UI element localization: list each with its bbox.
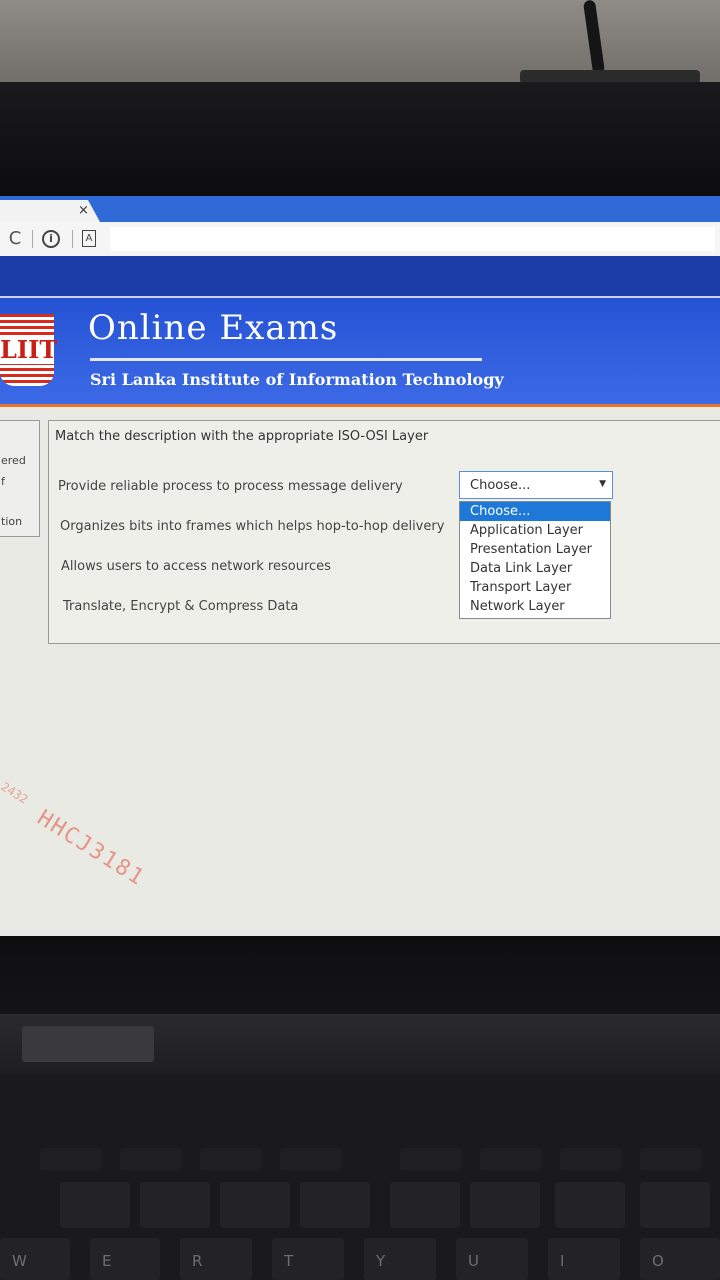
keyboard-key: [60, 1182, 130, 1228]
select-dropdown-list: Choose... Application Layer Presentation…: [459, 501, 611, 619]
function-key: [560, 1148, 622, 1170]
function-key: [640, 1148, 702, 1170]
keyboard-key: [640, 1182, 710, 1228]
tab-close-icon[interactable]: ×: [78, 203, 89, 218]
address-bar[interactable]: [110, 227, 715, 251]
match-item-label: Translate, Encrypt & Compress Data: [63, 599, 299, 614]
keyboard-key-w: W: [0, 1238, 70, 1280]
reload-icon[interactable]: C: [4, 228, 26, 250]
keyboard-key-e: E: [90, 1238, 160, 1280]
keyboard-key-o: O: [640, 1238, 720, 1280]
keyboard-key: [300, 1182, 370, 1228]
title-underline: [90, 358, 482, 361]
dropdown-option[interactable]: Application Layer: [460, 521, 610, 540]
dropdown-arrow-icon: ▼: [599, 479, 606, 489]
keyboard-key: [220, 1182, 290, 1228]
bookmarks-bar: [0, 256, 720, 296]
select-value: Choose...: [470, 478, 531, 493]
browser-toolbar: C i A: [0, 222, 720, 257]
reader-mode-icon[interactable]: A: [82, 230, 96, 247]
logo-text: LIIT: [0, 335, 58, 364]
function-key: [480, 1148, 542, 1170]
match-item-label: Organizes bits into frames which helps h…: [60, 519, 445, 534]
browser-tab[interactable]: ×: [0, 200, 100, 222]
dropdown-option[interactable]: Network Layer: [460, 597, 610, 616]
laptop-screen: × C i A LIIT Online Exams Sri Lanka Inst…: [0, 196, 720, 936]
answer-select[interactable]: Choose... ▼: [459, 471, 613, 499]
function-key: [120, 1148, 182, 1170]
keyboard-key: [390, 1182, 460, 1228]
keyboard-key: [470, 1182, 540, 1228]
dropdown-option[interactable]: Choose...: [460, 502, 610, 521]
function-key: [280, 1148, 342, 1170]
function-key: [40, 1148, 102, 1170]
hinge-block: [22, 1026, 154, 1062]
quiz-navigation-panel: ered f tion: [0, 420, 40, 537]
tab-strip: ×: [0, 196, 720, 222]
keyboard-key-t: T: [272, 1238, 344, 1280]
match-item-label: Provide reliable process to process mess…: [58, 479, 403, 494]
nav-text: tion: [1, 515, 23, 528]
match-item-label: Allows users to access network resources: [61, 559, 331, 574]
toolbar-divider: [72, 230, 73, 248]
watermark-small: 2432: [0, 779, 31, 807]
header-divider: [0, 296, 720, 298]
keyboard-key-i: I: [548, 1238, 620, 1280]
toolbar-divider: [32, 230, 33, 248]
site-subtitle: Sri Lanka Institute of Information Techn…: [90, 370, 504, 389]
dropdown-option[interactable]: Data Link Layer: [460, 559, 610, 578]
laptop-top-bezel: [0, 82, 720, 200]
sliit-logo: LIIT: [0, 314, 58, 386]
laptop-bottom-bezel: [0, 936, 720, 1014]
keyboard-key-y: Y: [364, 1238, 436, 1280]
keyboard-key-u: U: [456, 1238, 528, 1280]
dropdown-option[interactable]: Presentation Layer: [460, 540, 610, 559]
nav-text: f: [1, 475, 5, 488]
function-key: [200, 1148, 262, 1170]
keyboard-key-r: R: [180, 1238, 252, 1280]
question-panel: Match the description with the appropria…: [48, 420, 720, 644]
site-header: LIIT Online Exams Sri Lanka Institute of…: [0, 296, 720, 404]
keyboard-key: [140, 1182, 210, 1228]
site-info-icon[interactable]: i: [42, 230, 60, 248]
nav-text: ered: [1, 454, 26, 467]
dropdown-option[interactable]: Transport Layer: [460, 578, 610, 597]
site-title: Online Exams: [88, 308, 339, 348]
function-key: [400, 1148, 462, 1170]
exam-watermark: HHCJ3181: [32, 805, 150, 892]
header-accent-line: [0, 404, 720, 407]
question-text: Match the description with the appropria…: [55, 429, 429, 444]
keyboard-key: [555, 1182, 625, 1228]
